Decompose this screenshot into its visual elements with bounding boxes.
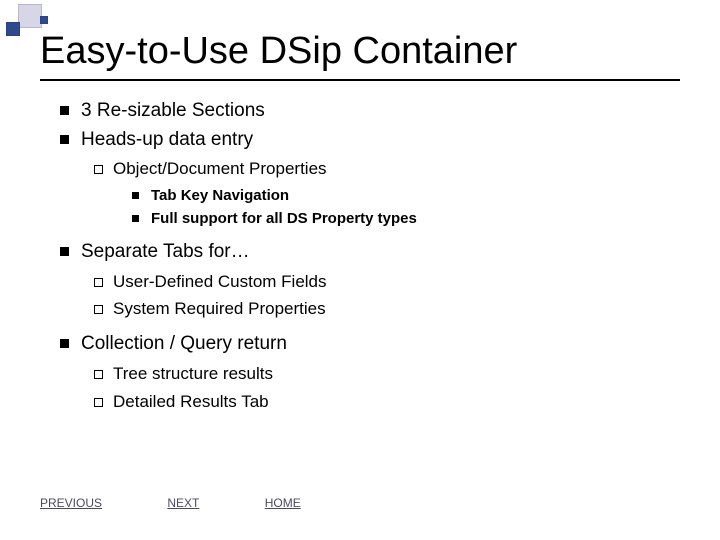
bullet-text: Detailed Results Tab: [113, 392, 269, 411]
hollow-square-bullet-icon: [94, 278, 103, 287]
hollow-square-bullet-icon: [94, 165, 103, 174]
bullet-text: 3 Re-sizable Sections: [81, 100, 265, 121]
bullet-text: Object/Document Properties: [113, 159, 327, 178]
slide-title: Easy-to-Use DSip Container: [40, 30, 680, 81]
bullet-text: User-Defined Custom Fields: [113, 272, 327, 291]
deco-square-light: [18, 4, 42, 28]
bullet-level2: System Required Properties: [94, 297, 680, 321]
bullet-level3: Tab Key Navigation: [132, 185, 680, 206]
bullet-text: System Required Properties: [113, 299, 326, 318]
bullet-text: Full support for all DS Property types: [151, 210, 417, 227]
bullet-level2: Object/Document Properties: [94, 157, 680, 181]
slide-content: 3 Re-sizable Sections Heads-up data entr…: [60, 98, 680, 417]
bullet-level1: Collection / Query return: [60, 331, 680, 358]
bullet-text: Tab Key Navigation: [151, 187, 289, 204]
footer-nav: PREVIOUS NEXT HOME: [40, 496, 363, 510]
square-bullet-icon: [132, 192, 139, 199]
bullet-text: Collection / Query return: [81, 333, 287, 354]
bullet-level2: User-Defined Custom Fields: [94, 270, 680, 294]
bullet-level1: Heads-up data entry: [60, 127, 680, 154]
bullet-level1: 3 Re-sizable Sections: [60, 98, 680, 125]
square-bullet-icon: [60, 135, 69, 144]
hollow-square-bullet-icon: [94, 305, 103, 314]
bullet-text: Heads-up data entry: [81, 129, 253, 150]
bullet-level3: Full support for all DS Property types: [132, 208, 680, 229]
hollow-square-bullet-icon: [94, 370, 103, 379]
bullet-text: Separate Tabs for…: [81, 241, 250, 262]
square-bullet-icon: [60, 339, 69, 348]
square-bullet-icon: [132, 215, 139, 222]
hollow-square-bullet-icon: [94, 398, 103, 407]
home-link[interactable]: HOME: [265, 496, 301, 510]
next-link[interactable]: NEXT: [167, 496, 199, 510]
square-bullet-icon: [60, 247, 69, 256]
square-bullet-icon: [60, 106, 69, 115]
deco-square-tiny: [40, 16, 48, 24]
bullet-level1: Separate Tabs for…: [60, 239, 680, 266]
bullet-level2: Detailed Results Tab: [94, 390, 680, 414]
bullet-level2: Tree structure results: [94, 362, 680, 386]
deco-square-dark: [6, 22, 20, 36]
bullet-text: Tree structure results: [113, 364, 273, 383]
slide: Easy-to-Use DSip Container 3 Re-sizable …: [0, 0, 720, 540]
previous-link[interactable]: PREVIOUS: [40, 496, 102, 510]
